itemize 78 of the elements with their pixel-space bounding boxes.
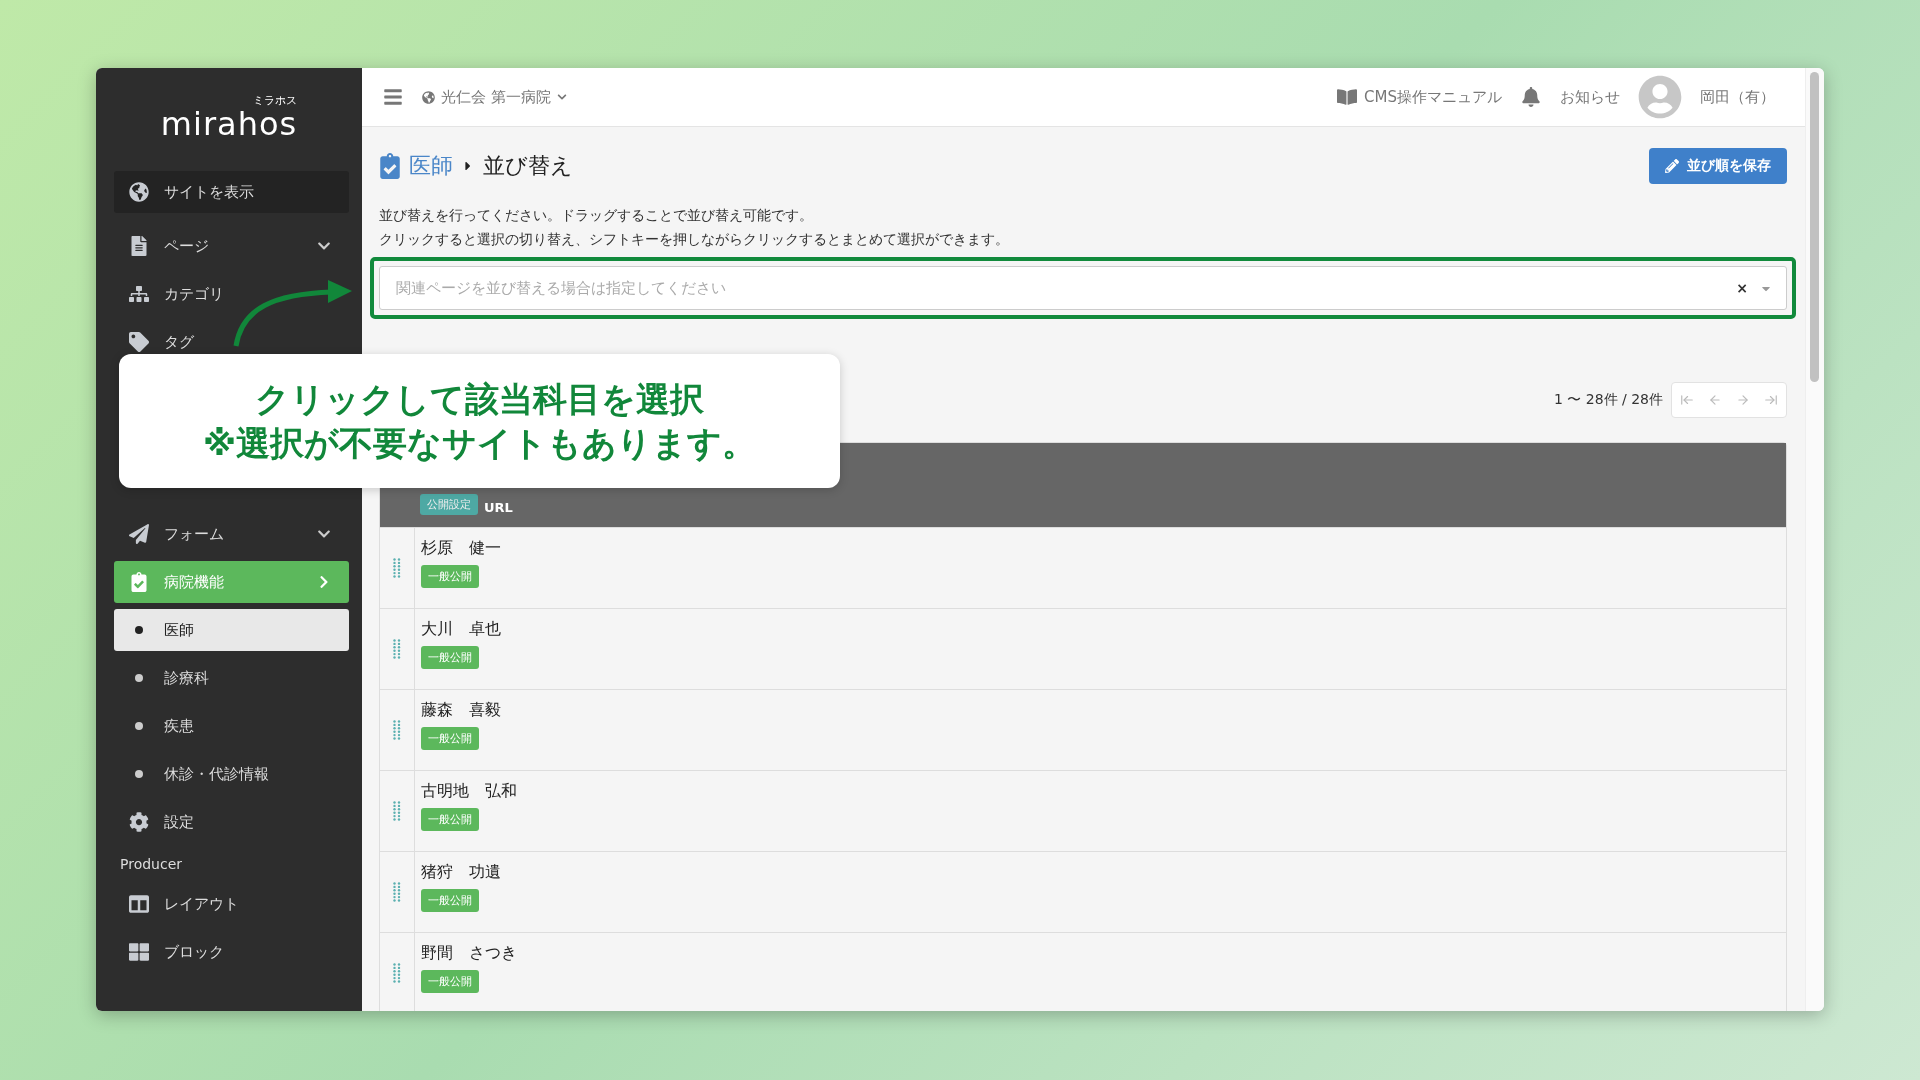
bullet-icon	[135, 626, 143, 634]
sidebar-subitem[interactable]: 診療科	[114, 657, 349, 699]
column-header: URL	[484, 500, 513, 515]
bullet-icon	[135, 722, 143, 730]
logo[interactable]: mirahos	[160, 107, 298, 141]
instruction-text: 並び替えを行ってください。ドラッグすることで並び替え可能です。	[379, 206, 814, 225]
related-page-select[interactable]: 関連ページを並び替える場合は指定してください ×	[379, 266, 1787, 310]
clipboard-check-icon	[379, 153, 401, 179]
drag-handle-icon	[393, 639, 401, 659]
sidebar-item[interactable]: レイアウト	[114, 883, 349, 925]
sidebar-subitem[interactable]: 休診・代診情報	[114, 753, 349, 795]
doctor-name: 杉原 健一	[421, 538, 501, 559]
menu-icon[interactable]	[382, 87, 404, 107]
status-badge: 一般公開	[421, 808, 479, 831]
book-icon	[1336, 87, 1359, 107]
pagination-count: 1 〜 28件 / 28件	[1553, 391, 1663, 409]
status-badge: 一般公開	[421, 970, 479, 993]
manual-link[interactable]: CMS操作マニュアル	[1336, 87, 1502, 107]
instruction-text: クリックすると選択の切り替え、シフトキーを押しながらクリックするとまとめて選択ができます。	[379, 230, 1010, 249]
doctor-name: 大川 卓也	[421, 619, 501, 640]
callout-text: クリックして該当科目を選択	[255, 378, 704, 421]
status-badge: 一般公開	[421, 646, 479, 669]
tag-icon	[128, 332, 150, 352]
sidebar-item[interactable]: フォーム	[114, 513, 349, 555]
bell-icon[interactable]	[1520, 87, 1542, 107]
drag-handle-icon	[393, 558, 401, 578]
bullet-icon	[135, 770, 143, 778]
table-row[interactable]: 大川 卓也 一般公開	[380, 608, 1786, 689]
doctor-name: 古明地 弘和	[421, 781, 517, 802]
globe-icon	[128, 182, 150, 202]
avatar-icon[interactable]	[1638, 75, 1682, 119]
sidebar-item[interactable]: 設定	[114, 801, 349, 843]
layout-icon	[128, 894, 150, 914]
previous-page-icon[interactable]	[1708, 393, 1722, 407]
status-badge: 一般公開	[421, 889, 479, 912]
sidebar-item[interactable]: カテゴリ	[114, 273, 349, 315]
drag-handle-icon	[393, 963, 401, 983]
sidebar-subitem[interactable]: 疾患	[114, 705, 349, 747]
grid-icon	[128, 942, 150, 962]
drag-handle-icon	[393, 720, 401, 740]
user-name[interactable]: 岡田（有）	[1700, 87, 1775, 107]
doctor-name: 猪狩 功遺	[421, 862, 501, 883]
chevron-down-icon	[556, 92, 567, 102]
sidebar-item[interactable]: ブロック	[114, 931, 349, 973]
last-page-icon[interactable]	[1764, 393, 1778, 407]
sidebar-section-title: Producer	[119, 855, 184, 874]
settings-icon	[128, 812, 150, 832]
table-row[interactable]: 藤森 喜毅 一般公開	[380, 689, 1786, 770]
site-selector[interactable]: 光仁会 第一病院	[422, 87, 567, 107]
view-site-button[interactable]: サイトを表示	[114, 171, 349, 213]
pencil-icon	[1665, 159, 1679, 173]
notices-link[interactable]: お知らせ	[1560, 87, 1620, 107]
logo-ruby: ミラホス	[253, 95, 298, 107]
status-badge: 一般公開	[421, 565, 479, 588]
table-row[interactable]: 古明地 弘和 一般公開	[380, 770, 1786, 851]
next-page-icon[interactable]	[1736, 393, 1750, 407]
tree-icon	[128, 284, 150, 304]
header-badge: 公開設定	[420, 494, 478, 515]
first-page-icon[interactable]	[1680, 393, 1694, 407]
table-row[interactable]: 杉原 健一 一般公開	[380, 527, 1786, 608]
page-title: 並び替え	[483, 152, 573, 180]
drag-handle-icon	[393, 882, 401, 902]
drag-handle-icon	[393, 801, 401, 821]
paper-plane-icon	[128, 524, 150, 544]
globe-icon	[422, 90, 435, 104]
table-row[interactable]: 猪狩 功遺 一般公開	[380, 851, 1786, 932]
status-badge: 一般公開	[421, 727, 479, 750]
save-order-button[interactable]: 並び順を保存	[1649, 148, 1787, 184]
sidebar-item[interactable]: ページ	[114, 225, 349, 267]
doctor-name: 野間 さつき	[421, 943, 517, 964]
scrollbar[interactable]	[1810, 72, 1819, 382]
sidebar-item[interactable]: タグ	[114, 321, 349, 363]
sidebar-subitem[interactable]: 医師	[114, 609, 349, 651]
clear-button[interactable]: ×	[1736, 280, 1748, 296]
bullet-icon	[135, 674, 143, 682]
callout-text: ※選択が不要なサイトもあります。	[202, 422, 757, 465]
table-row[interactable]: 野間 さつき 一般公開	[380, 932, 1786, 1011]
doctor-name: 藤森 喜毅	[421, 700, 501, 721]
